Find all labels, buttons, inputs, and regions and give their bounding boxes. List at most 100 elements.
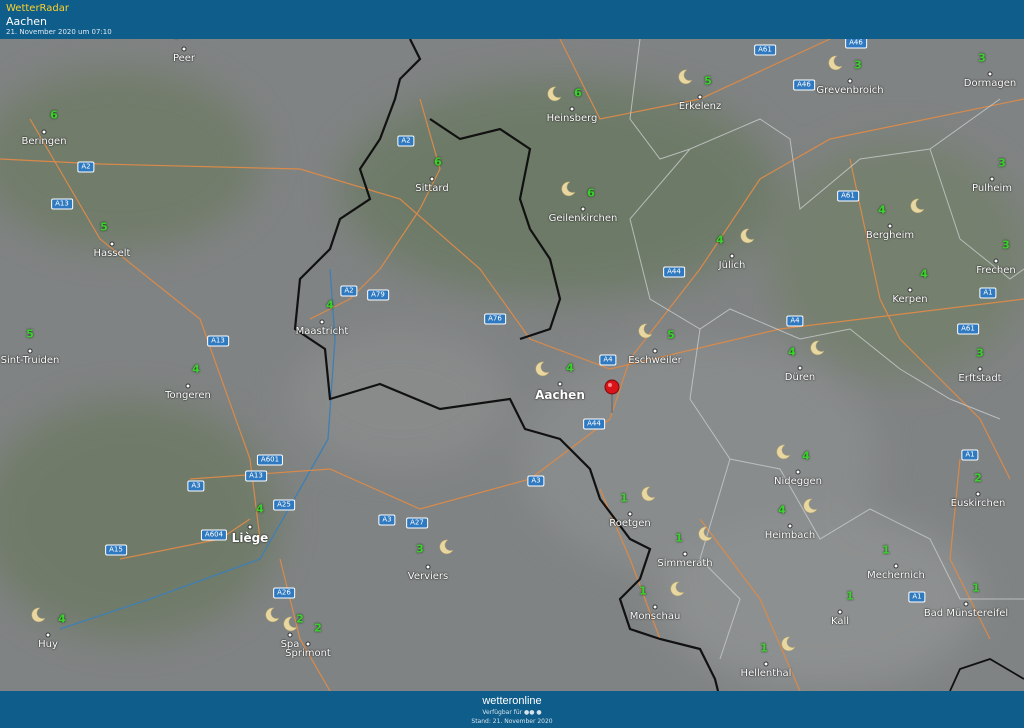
temperature-value: 6 (434, 155, 442, 169)
road-sign: A601 (256, 454, 284, 466)
temperature-value: 3 (998, 156, 1006, 170)
map-base (0, 39, 1024, 691)
temperature-value: 6 (587, 186, 595, 200)
wetteronline-logo[interactable]: wetteronline (0, 695, 1024, 707)
city-label[interactable]: Peer (173, 53, 195, 64)
footer-bar: wetteronline Verfügbar für ●● ● Stand: 2… (0, 691, 1024, 728)
road-sign: A26 (273, 587, 295, 599)
road-sign: A2 (340, 285, 358, 297)
temperature-value: 3 (854, 58, 862, 72)
moon-icon (637, 323, 653, 339)
city-label[interactable]: Aachen (535, 388, 585, 402)
temperature-value: 3 (416, 542, 424, 556)
city-label[interactable]: Tongeren (165, 390, 211, 401)
temperature-value: 4 (716, 233, 724, 247)
location-pin-icon[interactable] (604, 379, 624, 419)
city-label[interactable]: Grevenbroich (816, 85, 883, 96)
temperature-value: 1 (846, 589, 854, 603)
city-dot (305, 641, 311, 647)
temperature-value: 4 (788, 345, 796, 359)
road-sign: A44 (583, 418, 605, 430)
road-sign: A1 (979, 287, 997, 299)
city-label[interactable]: Kall (831, 616, 849, 627)
city-label[interactable]: Bergheim (866, 230, 914, 241)
weather-map[interactable]: Peer 6 Beringen 6 Hasselt 5 Sint-Truiden 5 Tonge… (0, 39, 1024, 691)
header-bar: WetterRadar Aachen 21. November 2020 um … (0, 0, 1024, 39)
temperature-value: 5 (26, 327, 34, 341)
city-label[interactable]: Roetgen (609, 518, 651, 529)
city-label[interactable]: Düren (785, 372, 815, 383)
city-label[interactable]: Euskirchen (951, 498, 1006, 509)
moon-icon (669, 581, 685, 597)
moon-icon (909, 198, 925, 214)
road-sign: A61 (754, 44, 776, 56)
moon-icon (640, 486, 656, 502)
city-label[interactable]: Heimbach (765, 530, 816, 541)
city-label[interactable]: Pulheim (972, 183, 1012, 194)
city-label[interactable]: Simmerath (657, 558, 712, 569)
moon-icon (780, 636, 796, 652)
moon-icon (264, 607, 280, 623)
app-name[interactable]: WetterRadar (6, 3, 69, 14)
city-label[interactable]: Nideggen (774, 476, 822, 487)
city-label[interactable]: Kerpen (892, 294, 927, 305)
city-dot (45, 632, 51, 638)
road-sign: A3 (187, 480, 205, 492)
moon-icon (560, 181, 576, 197)
city-dot (652, 604, 658, 610)
city-label[interactable]: Frechen (976, 265, 1015, 276)
city-label[interactable]: Heinsberg (547, 113, 598, 124)
city-dot (287, 632, 293, 638)
moon-icon (282, 616, 298, 632)
city-label[interactable]: Sprimont (285, 648, 331, 659)
road-sign: A13 (207, 335, 229, 347)
city-label[interactable]: Mechernich (867, 570, 925, 581)
city-dot (652, 348, 658, 354)
city-label[interactable]: Sittard (415, 183, 448, 194)
city-label[interactable]: Hellenthal (741, 668, 792, 679)
city-label[interactable]: Sint-Truiden (1, 355, 60, 366)
temperature-value: 4 (878, 203, 886, 217)
city-label[interactable]: Verviers (408, 571, 449, 582)
city-dot (847, 78, 853, 84)
road-sign: A15 (105, 544, 127, 556)
stand-text: Stand: 21. November 2020 (471, 718, 553, 725)
city-label[interactable]: Maastricht (296, 326, 349, 337)
city-label[interactable]: Erftstadt (958, 373, 1001, 384)
city-label[interactable]: Jülich (719, 260, 746, 271)
road-sign: A3 (527, 475, 545, 487)
moon-icon (697, 526, 713, 542)
city-dot (893, 563, 899, 569)
road-sign: A13 (245, 470, 267, 482)
road-sign: A25 (273, 499, 295, 511)
temperature-value: 4 (58, 612, 66, 626)
temperature-value: 1 (882, 543, 890, 557)
city-dot (729, 253, 735, 259)
road-sign: A1 (908, 591, 926, 603)
city-label[interactable]: Bad Münstereifel (924, 608, 1008, 619)
city-label[interactable]: Beringen (21, 136, 66, 147)
moon-icon (534, 361, 550, 377)
temperature-value: 4 (920, 267, 928, 281)
location-title: Aachen (6, 15, 48, 28)
city-dot (41, 129, 47, 135)
road-sign: A604 (200, 529, 228, 541)
city-label[interactable]: Erkelenz (679, 101, 722, 112)
city-label[interactable]: Geilenkirchen (549, 213, 618, 224)
city-label[interactable]: Huy (38, 639, 58, 650)
moon-icon (546, 86, 562, 102)
city-label[interactable]: Liège (232, 531, 269, 545)
city-label[interactable]: Hasselt (94, 248, 131, 259)
moon-icon (809, 340, 825, 356)
temperature-value: 1 (972, 581, 980, 595)
road-sign: A46 (793, 79, 815, 91)
road-sign: A76 (484, 313, 506, 325)
road-sign: A27 (406, 517, 428, 529)
city-label[interactable]: Dormagen (964, 78, 1016, 89)
city-label[interactable]: Monschau (630, 611, 681, 622)
moon-icon (775, 444, 791, 460)
temperature-value: 1 (620, 491, 628, 505)
city-dot (907, 287, 913, 293)
city-dot (763, 661, 769, 667)
city-label[interactable]: Eschweiler (628, 355, 682, 366)
